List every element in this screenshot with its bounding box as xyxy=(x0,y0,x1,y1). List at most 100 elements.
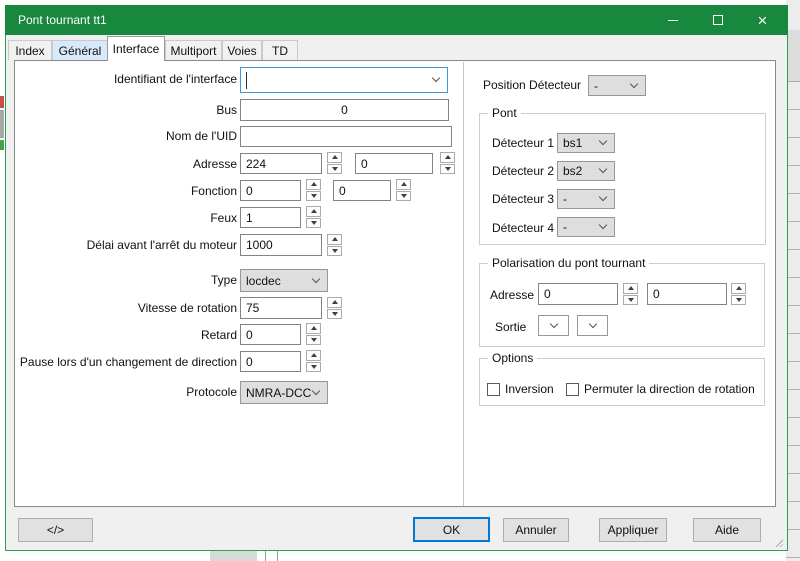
spin-up-button[interactable] xyxy=(327,152,342,163)
position-detecteur-dropdown[interactable]: - xyxy=(588,75,646,96)
delai-value: 1000 xyxy=(246,238,273,252)
adresse-field-1[interactable]: 224 xyxy=(240,153,322,174)
arrow-down-icon xyxy=(401,194,407,198)
background-bottom-block xyxy=(210,551,257,561)
fonction-spinner-2 xyxy=(396,179,411,201)
chevron-down-icon xyxy=(599,193,607,201)
spin-down-button[interactable] xyxy=(396,191,411,202)
adresse-label: Adresse xyxy=(193,157,237,171)
spin-down-button[interactable] xyxy=(306,218,321,229)
arrow-down-icon xyxy=(311,221,317,225)
spin-down-button[interactable] xyxy=(440,164,455,175)
spin-down-button[interactable] xyxy=(731,295,746,306)
sortie-dropdown-1[interactable] xyxy=(538,315,569,336)
polarisation-group-title: Polarisation du pont tournant xyxy=(488,256,649,270)
chevron-down-icon xyxy=(599,137,607,145)
adresse-spinner-1 xyxy=(327,152,342,174)
tab-index[interactable]: Index xyxy=(8,40,52,60)
arrow-up-icon xyxy=(736,286,742,290)
spin-down-button[interactable] xyxy=(327,309,342,320)
retard-value: 0 xyxy=(246,328,253,342)
detecteur-4-dropdown[interactable]: - xyxy=(557,217,615,237)
minimize-button[interactable] xyxy=(650,5,695,35)
chevron-down-icon xyxy=(312,274,320,282)
polarisation-adresse-value-2: 0 xyxy=(653,287,660,301)
help-button[interactable]: Aide xyxy=(693,518,761,542)
polarisation-adresse-field-2[interactable]: 0 xyxy=(647,283,727,305)
feux-field[interactable]: 1 xyxy=(240,207,301,228)
spin-up-button[interactable] xyxy=(327,234,342,245)
sortie-dropdown-2[interactable] xyxy=(577,315,608,336)
position-detecteur-value: - xyxy=(594,79,598,93)
chevron-down-icon xyxy=(599,165,607,173)
detecteur-3-value: - xyxy=(563,192,567,206)
arrow-up-icon xyxy=(332,155,338,159)
tab-td[interactable]: TD xyxy=(262,40,298,60)
spin-up-button[interactable] xyxy=(396,179,411,190)
background-grey-mark xyxy=(0,110,4,138)
vitesse-spinner xyxy=(327,297,342,319)
checkbox-unchecked[interactable] xyxy=(487,383,500,396)
titlebar[interactable]: Pont tournant tt1 × xyxy=(5,5,788,35)
position-detecteur-label: Position Détecteur xyxy=(483,78,581,92)
polarisation-spinner-2 xyxy=(731,283,746,305)
delai-field[interactable]: 1000 xyxy=(240,234,322,256)
spin-up-button[interactable] xyxy=(306,323,321,334)
protocole-dropdown[interactable]: NMRA-DCC xyxy=(240,381,328,404)
pause-field[interactable]: 0 xyxy=(240,351,301,372)
vitesse-field[interactable]: 75 xyxy=(240,297,322,319)
tab-interface[interactable]: Interface xyxy=(107,36,165,61)
fonction-field-1[interactable]: 0 xyxy=(240,180,301,201)
spin-down-button[interactable] xyxy=(306,362,321,373)
apply-button-label: Appliquer xyxy=(608,523,659,537)
detecteur-2-dropdown[interactable]: bs2 xyxy=(557,161,615,181)
background-table-header xyxy=(786,30,800,82)
tab-multiport[interactable]: Multiport xyxy=(165,40,222,60)
tab-general[interactable]: Général xyxy=(52,40,108,60)
spin-up-button[interactable] xyxy=(440,152,455,163)
arrow-up-icon xyxy=(628,286,634,290)
fonction-field-2[interactable]: 0 xyxy=(333,180,391,201)
detecteur-1-dropdown[interactable]: bs1 xyxy=(557,133,615,153)
spin-up-button[interactable] xyxy=(306,350,321,361)
background-divider-line xyxy=(277,551,278,561)
cancel-button[interactable]: Annuler xyxy=(503,518,569,542)
tab-voies[interactable]: Voies xyxy=(222,40,262,60)
spin-down-button[interactable] xyxy=(623,295,638,306)
spin-down-button[interactable] xyxy=(306,191,321,202)
chevron-down-icon xyxy=(432,74,440,82)
background-table-strip xyxy=(786,0,800,561)
code-view-button[interactable]: </> xyxy=(18,518,93,542)
code-view-button-label: </> xyxy=(47,523,64,537)
checkbox-unchecked[interactable] xyxy=(566,383,579,396)
arrow-up-icon xyxy=(401,182,407,186)
inversion-checkbox-row[interactable]: Inversion xyxy=(487,382,554,396)
detecteur-3-dropdown[interactable]: - xyxy=(557,189,615,209)
spin-up-button[interactable] xyxy=(623,283,638,294)
type-dropdown[interactable]: locdec xyxy=(240,269,328,292)
adresse-field-2[interactable]: 0 xyxy=(355,153,433,174)
retard-field[interactable]: 0 xyxy=(240,324,301,345)
spin-down-button[interactable] xyxy=(306,335,321,346)
spin-up-button[interactable] xyxy=(306,206,321,217)
uid-name-label: Nom de l'UID xyxy=(166,129,237,143)
spin-up-button[interactable] xyxy=(306,179,321,190)
arrow-down-icon xyxy=(332,249,338,253)
bus-field[interactable]: 0 xyxy=(240,99,449,121)
spin-up-button[interactable] xyxy=(327,297,342,308)
ok-button[interactable]: OK xyxy=(413,517,490,542)
spin-down-button[interactable] xyxy=(327,164,342,175)
interface-id-combobox[interactable] xyxy=(240,67,448,93)
bus-label: Bus xyxy=(216,103,237,117)
permuter-checkbox-row[interactable]: Permuter la direction de rotation xyxy=(566,382,755,396)
maximize-button[interactable] xyxy=(695,5,740,35)
spin-up-button[interactable] xyxy=(731,283,746,294)
spin-down-button[interactable] xyxy=(327,246,342,257)
polarisation-adresse-label: Adresse xyxy=(490,288,534,302)
vitesse-label: Vitesse de rotation xyxy=(138,301,237,315)
polarisation-adresse-field-1[interactable]: 0 xyxy=(538,283,618,305)
close-button[interactable]: × xyxy=(740,5,785,35)
apply-button[interactable]: Appliquer xyxy=(599,518,667,542)
uid-name-field[interactable] xyxy=(240,126,452,147)
chevron-down-icon xyxy=(630,79,638,87)
